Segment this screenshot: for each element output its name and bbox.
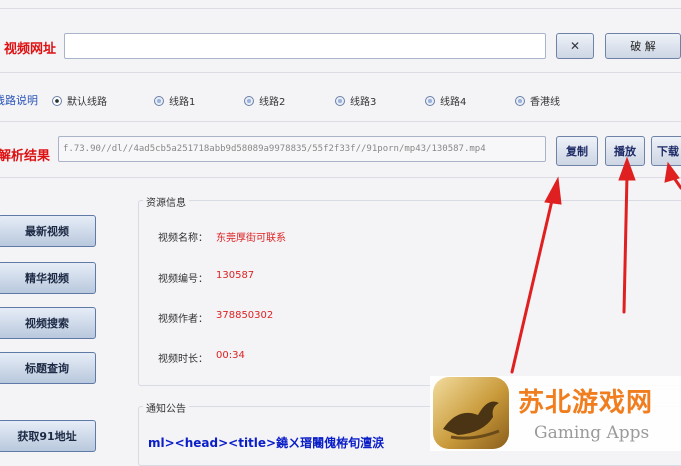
line-description-label: 线路说明： [0,94,38,107]
field-key: 视频编号： [158,274,208,285]
field-video-duration: 视频时长： 00:34 [158,350,245,365]
url-label: 视频网址： [0,42,56,57]
field-key: 视频名称： [158,233,208,244]
sidebar-item-featured[interactable]: 精华视频 [0,262,96,294]
row2-divider [0,121,681,122]
play-button[interactable]: 播放 [605,136,645,166]
clear-button[interactable]: ✕ [556,33,594,59]
close-icon: ✕ [569,39,581,53]
radio-label: 香港线 [530,97,560,108]
radio-label: 线路3 [350,97,377,108]
watermark-logo-icon [433,377,509,449]
resource-info-title: 资源信息 [143,194,189,209]
play-button-label: 播放 [614,145,636,158]
radio-icon [154,95,164,106]
download-button[interactable]: 下载 [651,136,681,166]
radio-line-hk[interactable]: 香港线 [515,93,560,108]
field-video-author: 视频作者： 378850302 [158,310,273,325]
radio-icon [335,95,345,106]
field-value: 00:34 [216,350,245,361]
download-button-label: 下载 [657,145,679,158]
sidebar-item-get-address[interactable]: 获取91地址 [0,420,96,452]
radio-line-2[interactable]: 线路2 [244,93,285,108]
copy-button[interactable]: 复制 [556,136,598,166]
sidebar-item-title-query[interactable]: 标题查询 [0,352,96,384]
radio-label: 线路2 [259,97,286,108]
watermark-title: 苏北游戏网 [518,388,654,418]
radio-line-default[interactable]: 默认线路 [52,93,107,108]
sidebar-item-label: 最新视频 [25,225,69,238]
top-divider [0,8,681,9]
sidebar-item-label: 标题查询 [25,362,69,375]
url-input[interactable] [64,33,546,59]
notice-title: 通知公告 [143,400,189,415]
crack-button-label: 破 解 [630,40,656,53]
result-field[interactable]: f.73.90//dl//4ad5cb5a251718abb9d58089a99… [58,136,546,162]
bird-icon [443,401,500,440]
radio-checked-icon [52,95,62,106]
sidebar-item-search[interactable]: 视频搜索 [0,307,96,339]
field-value: 东莞厚街可联系 [216,233,286,244]
radio-icon [425,95,435,106]
radio-label: 线路1 [169,97,196,108]
row3-divider [0,177,681,178]
sidebar-item-label: 获取91地址 [17,430,77,443]
sidebar-item-latest[interactable]: 最新视频 [0,215,96,247]
copy-button-label: 复制 [566,145,588,158]
sidebar-item-label: 视频搜索 [25,317,69,330]
field-value: 378850302 [216,310,274,321]
field-key: 视频时长： [158,354,208,365]
field-video-number: 视频编号： 130587 [158,270,254,285]
radio-label: 线路4 [440,97,467,108]
sidebar-item-label: 精华视频 [25,272,69,285]
radio-icon [244,95,254,106]
radio-line-4[interactable]: 线路4 [425,93,466,108]
radio-icon [515,95,525,106]
watermark-subtitle: Gaming Apps [534,423,650,443]
radio-label: 默认线路 [67,97,107,108]
field-video-name: 视频名称： 东莞厚街可联系 [158,229,286,244]
notice-text: ml><head><title>鐃ㄨ瑨闂傀栫旬澶涙 [148,436,385,450]
field-key: 视频作者： [158,314,208,325]
field-value: 130587 [216,270,255,281]
row1-divider [0,72,681,73]
result-label: 解析结果： [0,149,50,164]
radio-line-1[interactable]: 线路1 [154,93,195,108]
radio-line-3[interactable]: 线路3 [335,93,376,108]
crack-button[interactable]: 破 解 [605,33,681,59]
